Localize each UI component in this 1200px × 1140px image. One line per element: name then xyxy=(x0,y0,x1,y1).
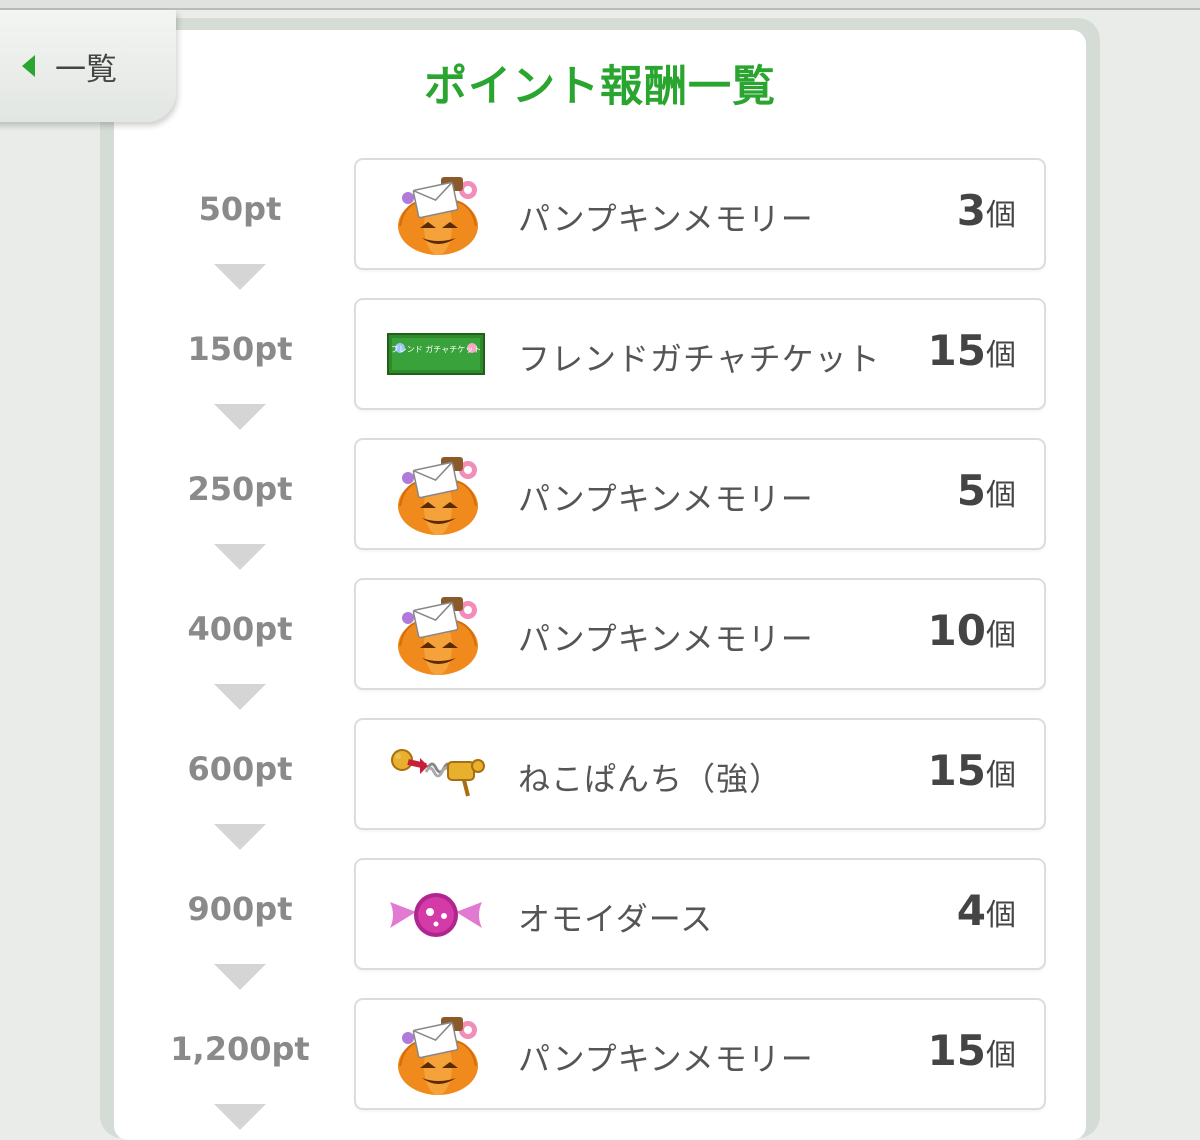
reward-unit: 個 xyxy=(986,758,1016,793)
back-arrow-icon xyxy=(22,55,35,77)
reward-quantity: 10個 xyxy=(928,606,1016,655)
reward-item-name: パンプキンメモリー xyxy=(518,480,814,518)
reward-row: 250pt パンプキンメモリー 5個 xyxy=(0,438,1200,578)
reward-item-name: パンプキンメモリー xyxy=(518,200,814,238)
friend-gacha-ticket-icon: フレンド ガチャチケット xyxy=(386,312,486,396)
reward-unit: 個 xyxy=(986,338,1016,373)
reward-points: 900pt xyxy=(187,890,293,928)
reward-card[interactable]: ねこぱんち（強） 15個 xyxy=(354,718,1046,830)
reward-quantity: 3個 xyxy=(957,186,1016,235)
reward-unit: 個 xyxy=(986,478,1016,513)
reward-card[interactable]: パンプキンメモリー 5個 xyxy=(354,438,1046,550)
reward-count: 10 xyxy=(927,606,986,655)
pumpkin-memory-icon xyxy=(386,592,486,676)
reward-points: 250pt xyxy=(187,470,293,508)
reward-count: 5 xyxy=(956,466,986,515)
top-bar xyxy=(0,0,1200,10)
reward-count: 3 xyxy=(956,186,986,235)
down-arrow-icon xyxy=(214,1104,266,1130)
down-arrow-icon xyxy=(214,264,266,290)
reward-card[interactable]: オモイダース 4個 xyxy=(354,858,1046,970)
reward-card[interactable]: パンプキンメモリー 15個 xyxy=(354,998,1046,1110)
ticket-label-text: フレンド ガチャチケット xyxy=(391,344,481,354)
omoidasu-candy-icon xyxy=(386,872,486,956)
down-arrow-icon xyxy=(214,544,266,570)
reward-quantity: 15個 xyxy=(928,1026,1016,1075)
reward-item-name: パンプキンメモリー xyxy=(518,620,814,658)
pumpkin-memory-icon xyxy=(386,452,486,536)
down-arrow-icon xyxy=(214,404,266,430)
reward-card[interactable]: フレンド ガチャチケット フレンドガチャチケット 15個 xyxy=(354,298,1046,410)
reward-points: 50pt xyxy=(198,190,282,228)
reward-quantity: 5個 xyxy=(957,466,1016,515)
reward-points: 400pt xyxy=(187,610,293,648)
reward-count: 4 xyxy=(956,886,986,935)
reward-row: 600pt ねこぱんち（強） 15個 xyxy=(0,718,1200,858)
reward-list: 50pt パンプキンメモリー 3個 150pt フレンド ガチャチケット フレン… xyxy=(0,158,1200,1138)
cat-punch-icon xyxy=(386,732,486,816)
reward-card[interactable]: パンプキンメモリー 10個 xyxy=(354,578,1046,690)
reward-row: 50pt パンプキンメモリー 3個 xyxy=(0,158,1200,298)
reward-points: 1,200pt xyxy=(170,1030,310,1068)
reward-row: 1,200pt パンプキンメモリー 15個 xyxy=(0,998,1200,1138)
reward-count: 15 xyxy=(927,1026,986,1075)
reward-unit: 個 xyxy=(986,198,1016,233)
pumpkin-memory-icon xyxy=(386,1012,486,1096)
reward-count: 15 xyxy=(927,746,986,795)
reward-quantity: 15個 xyxy=(928,746,1016,795)
reward-item-name: パンプキンメモリー xyxy=(518,1040,814,1078)
pumpkin-memory-icon xyxy=(386,172,486,256)
reward-row: 150pt フレンド ガチャチケット フレンドガチャチケット 15個 xyxy=(0,298,1200,438)
reward-unit: 個 xyxy=(986,1038,1016,1073)
reward-quantity: 4個 xyxy=(957,886,1016,935)
reward-unit: 個 xyxy=(986,898,1016,933)
down-arrow-icon xyxy=(214,964,266,990)
page-title: ポイント報酬一覧 xyxy=(424,62,776,112)
reward-card[interactable]: パンプキンメモリー 3個 xyxy=(354,158,1046,270)
back-label: 一覧 xyxy=(55,51,117,88)
reward-item-name: フレンドガチャチケット xyxy=(518,340,881,378)
reward-points: 600pt xyxy=(187,750,293,788)
down-arrow-icon xyxy=(214,824,266,850)
reward-unit: 個 xyxy=(986,618,1016,653)
down-arrow-icon xyxy=(214,684,266,710)
reward-points: 150pt xyxy=(187,330,293,368)
reward-count: 15 xyxy=(927,326,986,375)
reward-quantity: 15個 xyxy=(928,326,1016,375)
reward-item-name: オモイダース xyxy=(518,900,714,938)
reward-row: 900pt オモイダース 4個 xyxy=(0,858,1200,998)
reward-row: 400pt パンプキンメモリー 10個 xyxy=(0,578,1200,718)
reward-item-name: ねこぱんち（強） xyxy=(518,760,783,798)
